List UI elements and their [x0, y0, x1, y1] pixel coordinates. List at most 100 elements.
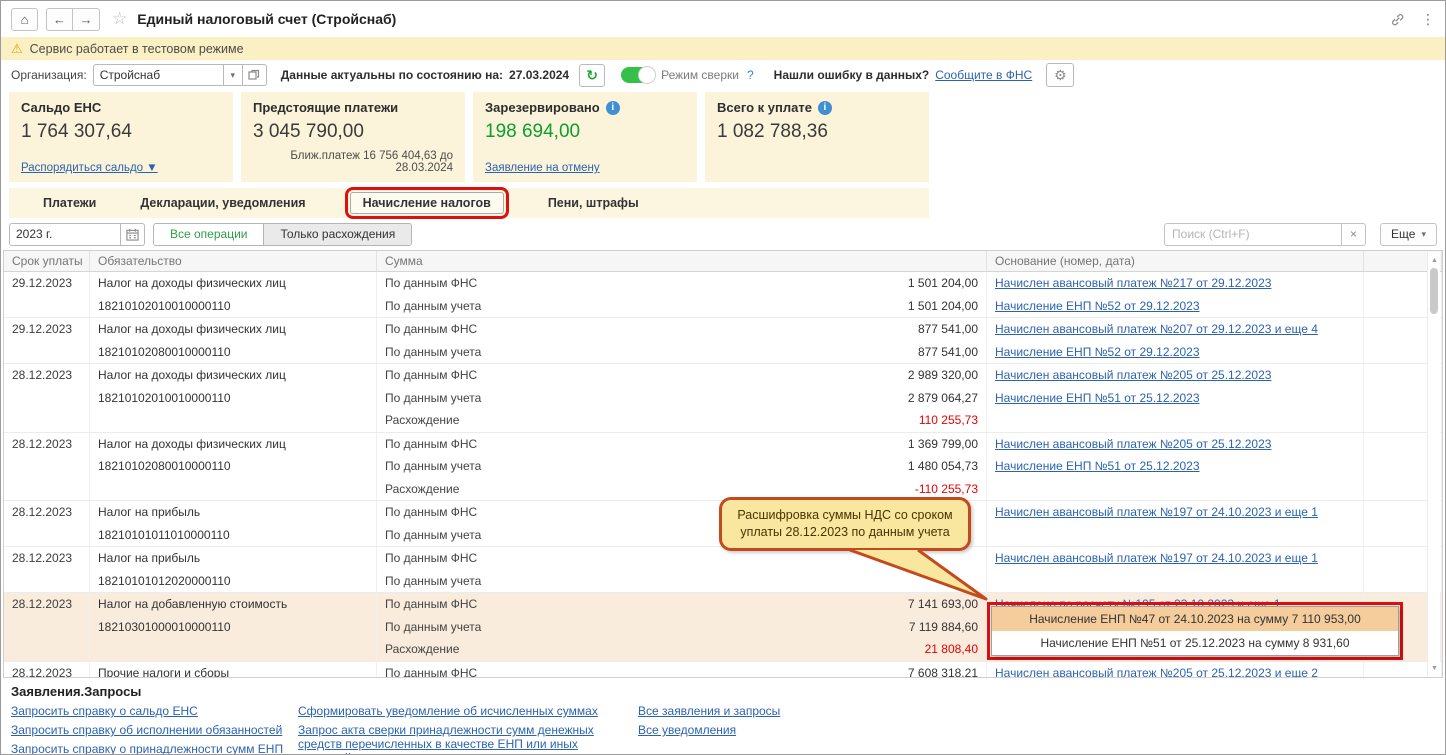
settings-button[interactable]: ⚙ — [1046, 63, 1075, 87]
tab-item[interactable]: Пени, штрафы — [548, 196, 639, 210]
card-action-link[interactable]: Распорядиться сальдо ▼ — [21, 162, 158, 174]
cell-obligation: Налог на доходы физических лиц 1821010208… — [90, 432, 377, 500]
request-link[interactable]: Запросить справку о сальдо ЕНС — [11, 704, 298, 718]
refresh-icon: ↻ — [586, 66, 598, 83]
basis-link[interactable]: Начислен авансовый платеж №197 от 24.10.… — [995, 505, 1318, 519]
home-button[interactable]: ⌂ — [11, 7, 38, 31]
table-row[interactable]: 29.12.2023 Налог на доходы физических лиц… — [4, 318, 1442, 364]
tab-item[interactable]: Декларации, уведомления — [140, 196, 305, 210]
card-footer: Распорядиться сальдо ▼ — [21, 162, 221, 174]
request-link[interactable]: Запрос акта сверки принадлежности сумм д… — [298, 723, 608, 754]
scroll-up-icon[interactable]: ▲ — [1428, 254, 1441, 266]
tabs-bar: Платежи Декларации, уведомления Начисление… — [9, 187, 929, 219]
table-row[interactable]: 28.12.2023 Налог на доходы физических лиц… — [4, 432, 1442, 501]
get-link-icon[interactable] — [1390, 12, 1405, 27]
col-header-obligation[interactable]: Обязательство — [90, 251, 377, 271]
cell-basis: Начислен авансовый платеж №205 от 25.12.… — [987, 661, 1364, 677]
annotation-frame: Начисление ЕНП №47 от 24.10.2023 на сумм… — [987, 602, 1403, 660]
card-footer: Ближ.платеж 16 756 404,63 до 28.03.2024 — [290, 150, 453, 174]
requests-section: Заявления.Запросы Запросить справку о са… — [1, 678, 1445, 754]
card-title: Зарезервировано i — [485, 100, 685, 115]
basis-link[interactable]: Начисление ЕНП №51 от 25.12.2023 — [995, 391, 1200, 405]
cell-amount: По данным ФНС 1 501 204,00 По данным учета… — [377, 272, 987, 317]
enp-detail-popup: Начисление ЕНП №47 от 24.10.2023 на сумм… — [991, 606, 1399, 656]
organization-open-icon[interactable] — [242, 64, 267, 86]
info-icon[interactable]: i — [817, 100, 832, 115]
table-row[interactable]: 28.12.2023 Налог на прибыль 18210101012020… — [4, 547, 1442, 593]
report-fns-link[interactable]: Сообщите в ФНС — [935, 68, 1032, 82]
table-header: Срок уплаты Обязательство Сумма Основани… — [4, 251, 1442, 272]
table-row[interactable]: 28.12.2023 Прочие налоги и сборы По данным… — [4, 661, 1442, 677]
more-menu-icon[interactable]: ⋮ — [1421, 11, 1435, 28]
cell-due-date: 28.12.2023 — [4, 432, 90, 500]
actual-date-value: 27.03.2024 — [509, 68, 570, 82]
table-row[interactable]: 29.12.2023 Налог на доходы физических лиц… — [4, 272, 1442, 318]
cell-amount: По данным ФНС 2 989 320,00 По данным учета… — [377, 364, 987, 432]
basis-link[interactable]: Начислен авансовый платеж №207 от 29.12.… — [995, 322, 1318, 336]
basis-link[interactable]: Начисление ЕНП №52 от 29.12.2023 — [995, 345, 1200, 359]
col-header-due-date[interactable]: Срок уплаты — [4, 251, 90, 271]
cell-amount: По данным ФНС 1 369 799,00 По данным учета… — [377, 432, 987, 500]
popup-item[interactable]: Начисление ЕНП №51 от 25.12.2023 на сумм… — [992, 631, 1398, 655]
cell-due-date: 29.12.2023 — [4, 272, 90, 317]
filter-bar: 2023 г. Все операцииТолько расхождения ×… — [1, 218, 1445, 250]
request-link[interactable]: Сформировать уведомление об исчисленных … — [298, 704, 608, 718]
warning-icon: ⚠ — [11, 40, 23, 56]
request-link[interactable]: Запросить справку об исполнении обязанно… — [11, 723, 298, 737]
card-action-link[interactable]: Заявление на отмену — [485, 162, 600, 174]
basis-link[interactable]: Начислен авансовый платеж №205 от 25.12.… — [995, 666, 1318, 677]
back-button[interactable]: ← — [46, 7, 73, 31]
vertical-scrollbar[interactable]: ▲ ▼ — [1427, 252, 1440, 676]
table-row[interactable]: 28.12.2023 Налог на доходы физических лиц… — [4, 364, 1442, 433]
scroll-down-icon[interactable]: ▼ — [1428, 662, 1441, 674]
calendar-icon[interactable] — [121, 222, 145, 246]
organization-dropdown-icon[interactable]: ▾ — [222, 64, 243, 86]
tab-selected[interactable]: Начисление налогов — [344, 187, 509, 219]
period-value[interactable]: 2023 г. — [9, 222, 121, 246]
more-button[interactable]: Еще ▾ — [1380, 222, 1437, 246]
segment-button[interactable]: Все операции — [154, 223, 265, 245]
cell-amount: По данным ФНС По данным учета — [377, 547, 987, 592]
requests-column-1: Запросить справку о сальдо ЕНС Запросить … — [11, 704, 298, 754]
col-header-amount[interactable]: Сумма — [377, 251, 987, 271]
request-link[interactable]: Все заявления и запросы — [638, 704, 780, 718]
more-button-label: Еще — [1391, 227, 1416, 241]
summary-card: Всего к уплате i 1 082 788,36 — [705, 92, 929, 182]
basis-link[interactable]: Начислен авансовый платеж №205 от 25.12.… — [995, 437, 1271, 451]
toolbar: Организация: Стройснаб ▾ Данные актуальн… — [1, 60, 1445, 90]
help-icon[interactable]: ? — [747, 68, 754, 82]
popup-item[interactable]: Начисление ЕНП №47 от 24.10.2023 на сумм… — [992, 607, 1398, 631]
cell-obligation: Налог на доходы физических лиц 1821010201… — [90, 364, 377, 432]
organization-value[interactable]: Стройснаб — [92, 64, 223, 86]
segment-button[interactable]: Только расхождения — [264, 223, 412, 245]
favorite-icon[interactable]: ☆ — [112, 9, 127, 29]
info-icon[interactable]: i — [605, 100, 620, 115]
title-bar-right: ⋮ — [1390, 11, 1435, 28]
request-link[interactable]: Запросить справку о принадлежности сумм … — [11, 742, 298, 754]
basis-link[interactable]: Начислен авансовый платеж №205 от 25.12.… — [995, 368, 1271, 382]
scrollbar-thumb[interactable] — [1430, 268, 1438, 314]
request-link[interactable]: Все уведомления — [638, 723, 780, 737]
basis-link[interactable]: Начисление ЕНП №52 от 29.12.2023 — [995, 299, 1200, 313]
search-clear-button[interactable]: × — [1342, 222, 1367, 246]
basis-link[interactable]: Начисление ЕНП №51 от 25.12.2023 — [995, 459, 1200, 473]
banner-text: Сервис работает в тестовом режиме — [29, 41, 244, 56]
cell-basis: Начислен авансовый платеж №207 от 29.12.… — [987, 318, 1364, 363]
compare-mode-toggle[interactable] — [621, 66, 657, 84]
tab-item[interactable]: Платежи — [43, 196, 96, 210]
forward-button[interactable]: → — [73, 7, 100, 31]
requests-columns: Запросить справку о сальдо ЕНС Запросить … — [11, 704, 1435, 754]
basis-link[interactable]: Начислен авансовый платеж №217 от 29.12.… — [995, 276, 1271, 290]
summary-cards: Сальдо ЕНС 1 764 307,64 Распорядиться саль… — [1, 90, 1445, 188]
back-icon: ← — [53, 11, 66, 27]
forward-icon: → — [79, 11, 93, 27]
refresh-button[interactable]: ↻ — [579, 63, 606, 87]
summary-card: Сальдо ЕНС 1 764 307,64 Распорядиться саль… — [9, 92, 233, 182]
search-input[interactable] — [1164, 222, 1343, 246]
cell-basis: Начислен авансовый платеж №205 от 25.12.… — [987, 364, 1364, 432]
col-header-basis[interactable]: Основание (номер, дата) — [987, 251, 1364, 271]
period-field: 2023 г. — [9, 222, 145, 246]
cell-due-date: 28.12.2023 — [4, 547, 90, 592]
basis-link[interactable]: Начислен авансовый платеж №197 от 24.10.… — [995, 551, 1318, 565]
test-mode-banner: ⚠ Сервис работает в тестовом режиме — [1, 37, 1445, 60]
